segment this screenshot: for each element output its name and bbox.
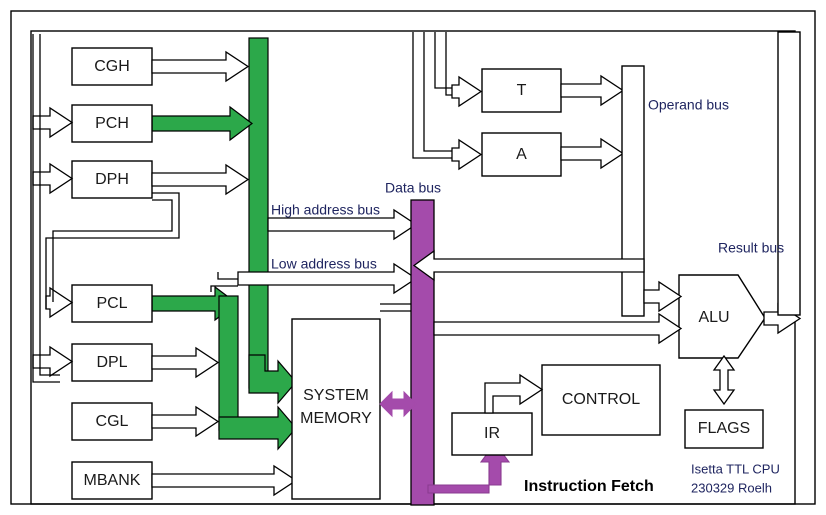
result-bus-label: Result bus: [718, 240, 784, 256]
operand-bus-label: Operand bus: [648, 97, 729, 113]
block-ir-label: IR: [484, 425, 500, 442]
block-flags-label: FLAGS: [698, 420, 750, 437]
result-bus-bar: [777, 31, 801, 316]
block-pch-label: PCH: [95, 115, 129, 132]
arrow-databus-to-alu: [433, 312, 683, 345]
block-t-label: T: [517, 82, 527, 99]
block-dpl-label: DPL: [96, 354, 127, 371]
caption-credit-line-1: Isetta TTL CPU: [691, 461, 780, 476]
arrow-cgh-to-address-bus: [151, 50, 250, 83]
block-system-memory-label-line1: SYSTEM: [303, 387, 369, 404]
green-high-address-bar: [248, 37, 269, 389]
caption-instruction-fetch: Instruction Fetch: [524, 478, 654, 495]
block-system-memory[interactable]: [291, 318, 381, 500]
block-system-memory-label-line2: MEMORY: [300, 410, 372, 427]
arrow-mbank-to-memory: [151, 464, 298, 497]
block-mbank-label: MBANK: [84, 472, 141, 489]
arrow-ir-to-control: [484, 373, 544, 414]
arrow-input-to-dph: [32, 162, 74, 195]
arrow-input-to-dpl: [32, 345, 74, 378]
arrow-operand-to-alu: [643, 280, 683, 313]
green-arrow-to-memory-upper: [248, 354, 297, 405]
data-bus-bar: [410, 199, 435, 506]
block-pcl-label: PCL: [96, 295, 127, 312]
wire-databus-to-t: [434, 32, 461, 89]
arrow-input-to-pch: [32, 106, 74, 139]
cpu-block-diagram: CGH PCH DPH PCL DPL CGL MBANK SYSTEM MEM…: [0, 0, 826, 515]
block-cgh-label: CGH: [94, 58, 130, 75]
register-file-left: CGH PCH DPH PCL DPL CGL MBANK: [71, 47, 153, 500]
block-alu-label: ALU: [698, 309, 729, 326]
wire-left-return-outer: [32, 34, 60, 383]
wire-low-addr-tap-outer: [217, 272, 238, 280]
green-arrow-from-pch: [151, 105, 253, 142]
arrow-result-bus-to-data-bus: [412, 249, 645, 282]
wire-left-return-inner: [39, 34, 60, 376]
operand-bus-bar: [621, 65, 645, 317]
arrow-a-to-operand-bus: [560, 137, 625, 170]
block-control-label: CONTROL: [562, 391, 640, 408]
address-bus-green-path: [151, 37, 297, 451]
arrow-dph-to-address-bus: [151, 163, 250, 196]
arrow-feedback-to-pcl: [45, 286, 74, 319]
block-a-label: A: [516, 146, 527, 163]
green-low-address-bar: [218, 295, 239, 431]
block-dph-label: DPH: [95, 171, 129, 188]
arrow-t-to-operand-bus: [560, 74, 625, 107]
arrow-dpl-to-address-bus: [151, 346, 220, 379]
low-address-bus-label: Low address bus: [271, 256, 377, 272]
arrow-into-t: [451, 75, 483, 108]
arrow-into-a: [451, 138, 483, 171]
data-bus-label: Data bus: [385, 180, 441, 196]
arrow-cgl-to-address-bus: [151, 405, 220, 438]
block-cgl-label: CGL: [96, 413, 129, 430]
high-address-bus-label: High address bus: [271, 202, 380, 218]
caption-credit-line-2: 230329 Roelh: [691, 480, 772, 495]
arrow-alu-flags-bidir: [712, 354, 736, 406]
